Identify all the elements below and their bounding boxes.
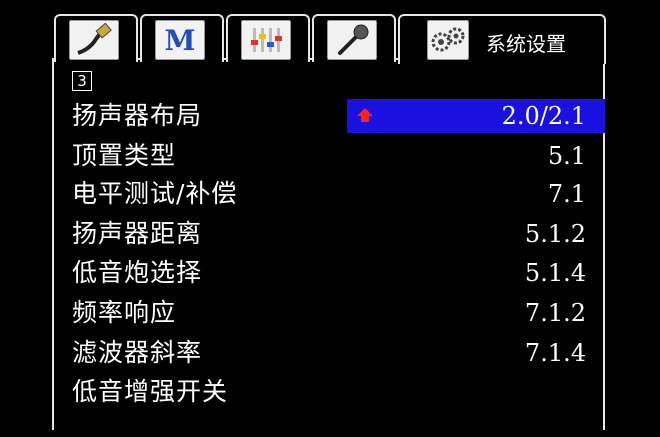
option-7-1-2[interactable]: 7.1.2 xyxy=(525,297,586,329)
hdmi-cable-icon xyxy=(69,20,119,60)
tab-equalizer[interactable] xyxy=(226,14,310,62)
menu-item-overhead-type[interactable]: 顶置类型 xyxy=(72,140,176,172)
option-5-1[interactable]: 5.1 xyxy=(548,140,586,172)
equalizer-icon xyxy=(241,20,291,60)
menu-item-speaker-distance[interactable]: 扬声器距离 xyxy=(72,218,202,250)
tab-m-logo[interactable]: M xyxy=(140,14,224,62)
option-2-0-2-1[interactable]: 2.0/2.1 xyxy=(502,100,586,132)
option-5-1-2[interactable]: 5.1.2 xyxy=(525,218,586,250)
menu-item-speaker-layout[interactable]: 扬声器布局 xyxy=(72,100,202,132)
menu-item-filter-slope[interactable]: 滤波器斜率 xyxy=(72,337,202,369)
menu-item-bass-boost[interactable]: 低音增强开关 xyxy=(72,376,228,408)
tab-microphone[interactable] xyxy=(312,14,396,62)
menu-item-frequency-response[interactable]: 频率响应 xyxy=(72,297,176,329)
microphone-icon xyxy=(327,20,377,60)
page-indicator: 3 xyxy=(72,71,92,91)
system-settings-gears-icon xyxy=(427,20,469,60)
menu-item-subwoofer-select[interactable]: 低音炮选择 xyxy=(72,257,202,289)
m-logo-icon: M xyxy=(155,20,205,60)
menu-item-level-test[interactable]: 电平测试/补偿 xyxy=(72,178,237,210)
tab-label: 系统设置 xyxy=(486,32,566,56)
option-5-1-4[interactable]: 5.1.4 xyxy=(525,257,586,289)
option-7-1[interactable]: 7.1 xyxy=(548,178,586,210)
tab-system-settings[interactable]: 系统设置 xyxy=(398,14,606,64)
tab-hdmi[interactable] xyxy=(54,14,138,62)
option-7-1-4[interactable]: 7.1.4 xyxy=(525,337,586,369)
up-arrow-stem xyxy=(361,115,369,122)
